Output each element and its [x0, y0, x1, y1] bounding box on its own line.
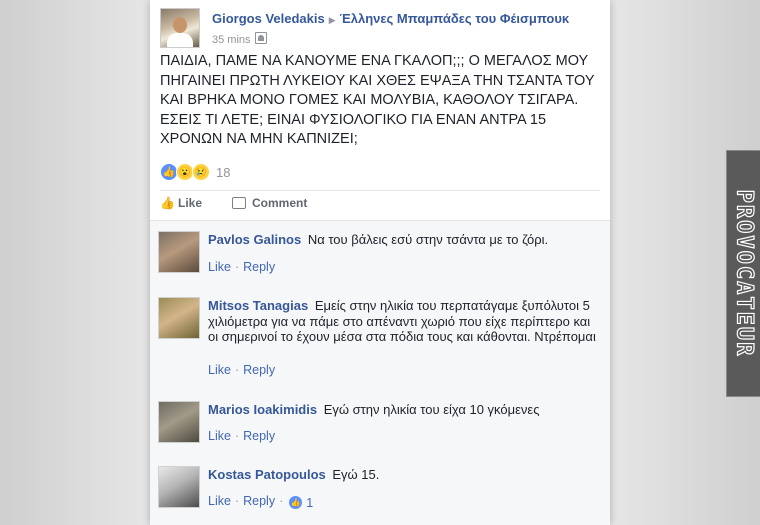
post-header: Giorgos Veledakis ▶ Έλληνες Μπαμπάδες του … — [160, 8, 600, 50]
comments-section: Pavlos Galinos Να του βάλεις εσύ στην τσ… — [150, 220, 610, 525]
comment-reply-link[interactable]: Reply — [243, 429, 275, 443]
sad-reaction-icon: 😢 — [192, 163, 210, 181]
comment-actions: Like · Reply — [208, 429, 275, 443]
comment-actions: Like · Reply — [208, 260, 275, 274]
author-line: Giorgos Veledakis ▶ Έλληνες Μπαμπάδες του … — [212, 11, 569, 26]
comment-text: Kostas Patopoulos Εγώ 15. — [208, 467, 598, 483]
separator-dot: · — [234, 260, 240, 274]
comment-text: Pavlos Galinos Να του βάλεις εσύ στην τσ… — [208, 232, 598, 248]
like-reaction-icon: 👍 — [289, 496, 303, 509]
post-timestamp[interactable]: 35 mins — [212, 34, 251, 46]
commenter-name[interactable]: Pavlos Galinos — [208, 232, 301, 247]
author-name[interactable]: Giorgos Veledakis — [212, 11, 325, 26]
comment-text: Marios Ioakimidis Εγώ στην ηλικία του εί… — [208, 402, 598, 418]
comment-actions: Like · Reply — [208, 363, 275, 377]
group-audience-icon — [254, 32, 267, 44]
comment-text: Mitsos Tanagias Εμείς στην ηλικία του πε… — [208, 298, 598, 345]
avatar-head — [173, 17, 187, 33]
comment-icon — [232, 197, 246, 209]
arrow-right-icon: ▶ — [328, 15, 336, 25]
comment-reply-link[interactable]: Reply — [243, 363, 275, 377]
comment-button[interactable]: Comment — [232, 196, 307, 210]
reactions-summary[interactable]: 👍 😮 😢 18 — [160, 162, 230, 182]
commenter-name[interactable]: Mitsos Tanagias — [208, 298, 308, 313]
commenter-avatar[interactable] — [158, 297, 200, 339]
commenter-avatar[interactable] — [158, 231, 200, 273]
comment-like-count[interactable]: 👍 1 — [289, 496, 313, 510]
watermark-text: PROVOCATEUR — [731, 189, 757, 358]
thumbs-up-icon: 👍 — [160, 196, 175, 210]
commenter-name[interactable]: Kostas Patopoulos — [208, 467, 326, 482]
separator-dot: · — [279, 494, 284, 508]
divider — [160, 190, 600, 191]
like-button[interactable]: 👍 Like — [160, 196, 202, 210]
post-meta: 35 mins — [212, 32, 267, 46]
author-avatar[interactable] — [160, 8, 200, 48]
comment-reply-link[interactable]: Reply — [243, 494, 275, 508]
avatar-body — [167, 33, 193, 47]
comment-body: Εγώ 15. — [332, 467, 380, 482]
comment-like-link[interactable]: Like — [208, 429, 231, 443]
commenter-avatar[interactable] — [158, 401, 200, 443]
comment-like-link[interactable]: Like — [208, 363, 231, 377]
comment-actions: Like · Reply · 👍 1 — [208, 494, 313, 510]
separator-dot: · — [234, 363, 240, 377]
comment-body: Εγώ στην ηλικία του είχα 10 γκόμενες — [323, 402, 540, 417]
separator-dot: · — [234, 494, 240, 508]
post-text: ΠΑΙΔΙΑ, ΠΑΜΕ ΝΑ ΚΑΝΟΥΜΕ ΕΝΑ ΓΚΑΛΟΠ;;; Ο … — [160, 53, 595, 147]
comment-reply-link[interactable]: Reply — [243, 260, 275, 274]
commenter-name[interactable]: Marios Ioakimidis — [208, 402, 317, 417]
watermark-badge: PROVOCATEUR — [726, 150, 760, 397]
comment-label: Comment — [252, 196, 308, 210]
comment-like-link[interactable]: Like — [208, 494, 231, 508]
commenter-avatar[interactable] — [158, 466, 200, 508]
post-card: Giorgos Veledakis ▶ Έλληνες Μπαμπάδες του … — [150, 0, 610, 525]
like-count-value: 1 — [306, 495, 314, 510]
group-name[interactable]: Έλληνες Μπαμπάδες του Φέισμπουκ — [340, 11, 570, 26]
comment-like-link[interactable]: Like — [208, 260, 231, 274]
comment-body: Να του βάλεις εσύ στην τσάντα με το ζόρι… — [307, 232, 549, 247]
background-left — [0, 0, 150, 525]
like-label: Like — [178, 196, 203, 210]
separator-dot: · — [234, 429, 240, 443]
reaction-count: 18 — [216, 164, 231, 180]
